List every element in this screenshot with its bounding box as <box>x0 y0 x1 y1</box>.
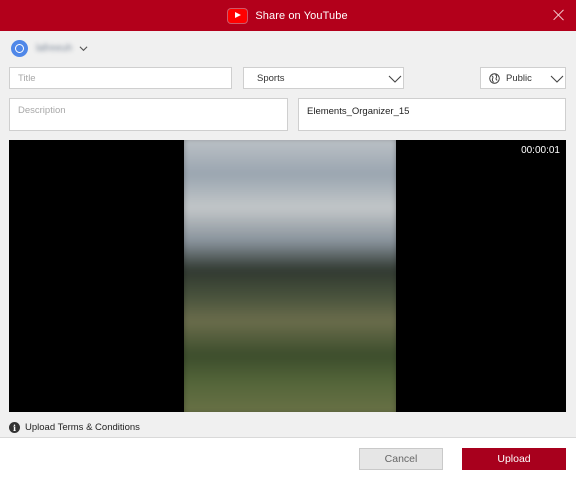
title-bar: Share on YouTube <box>0 0 576 31</box>
privacy-dropdown[interactable]: Public <box>480 67 566 89</box>
privacy-value: Public <box>506 72 532 84</box>
title-field[interactable] <box>9 67 232 89</box>
upload-terms-link[interactable]: i Upload Terms & Conditions <box>9 422 140 433</box>
info-icon: i <box>9 422 20 433</box>
window-title: Share on YouTube <box>255 9 348 22</box>
video-timecode: 00:00:01 <box>521 145 560 156</box>
youtube-logo-icon <box>228 8 248 23</box>
chevron-down-icon <box>79 46 88 52</box>
chevron-down-icon <box>388 75 402 83</box>
tags-field[interactable]: Elements_Organizer_15 <box>298 98 566 131</box>
cancel-button[interactable]: Cancel <box>359 448 443 470</box>
video-frame <box>184 140 396 412</box>
description-field[interactable] <box>9 98 288 131</box>
tags-value: Elements_Organizer_15 <box>307 106 410 117</box>
chevron-down-icon <box>550 75 564 83</box>
title-input[interactable] <box>10 68 231 88</box>
dialog-footer: Cancel Upload <box>0 437 576 479</box>
close-icon[interactable] <box>552 8 566 22</box>
globe-icon <box>489 72 500 84</box>
account-selector[interactable]: lafreeuh <box>11 40 88 57</box>
upload-button[interactable]: Upload <box>462 448 566 470</box>
description-input[interactable] <box>10 99 287 130</box>
category-dropdown[interactable]: Sports <box>243 67 404 89</box>
category-value: Sports <box>257 72 285 84</box>
upload-terms-label: Upload Terms & Conditions <box>25 422 140 433</box>
account-name: lafreeuh <box>36 43 73 54</box>
video-preview[interactable]: 00:00:01 <box>9 140 566 412</box>
account-avatar-icon <box>11 40 28 57</box>
